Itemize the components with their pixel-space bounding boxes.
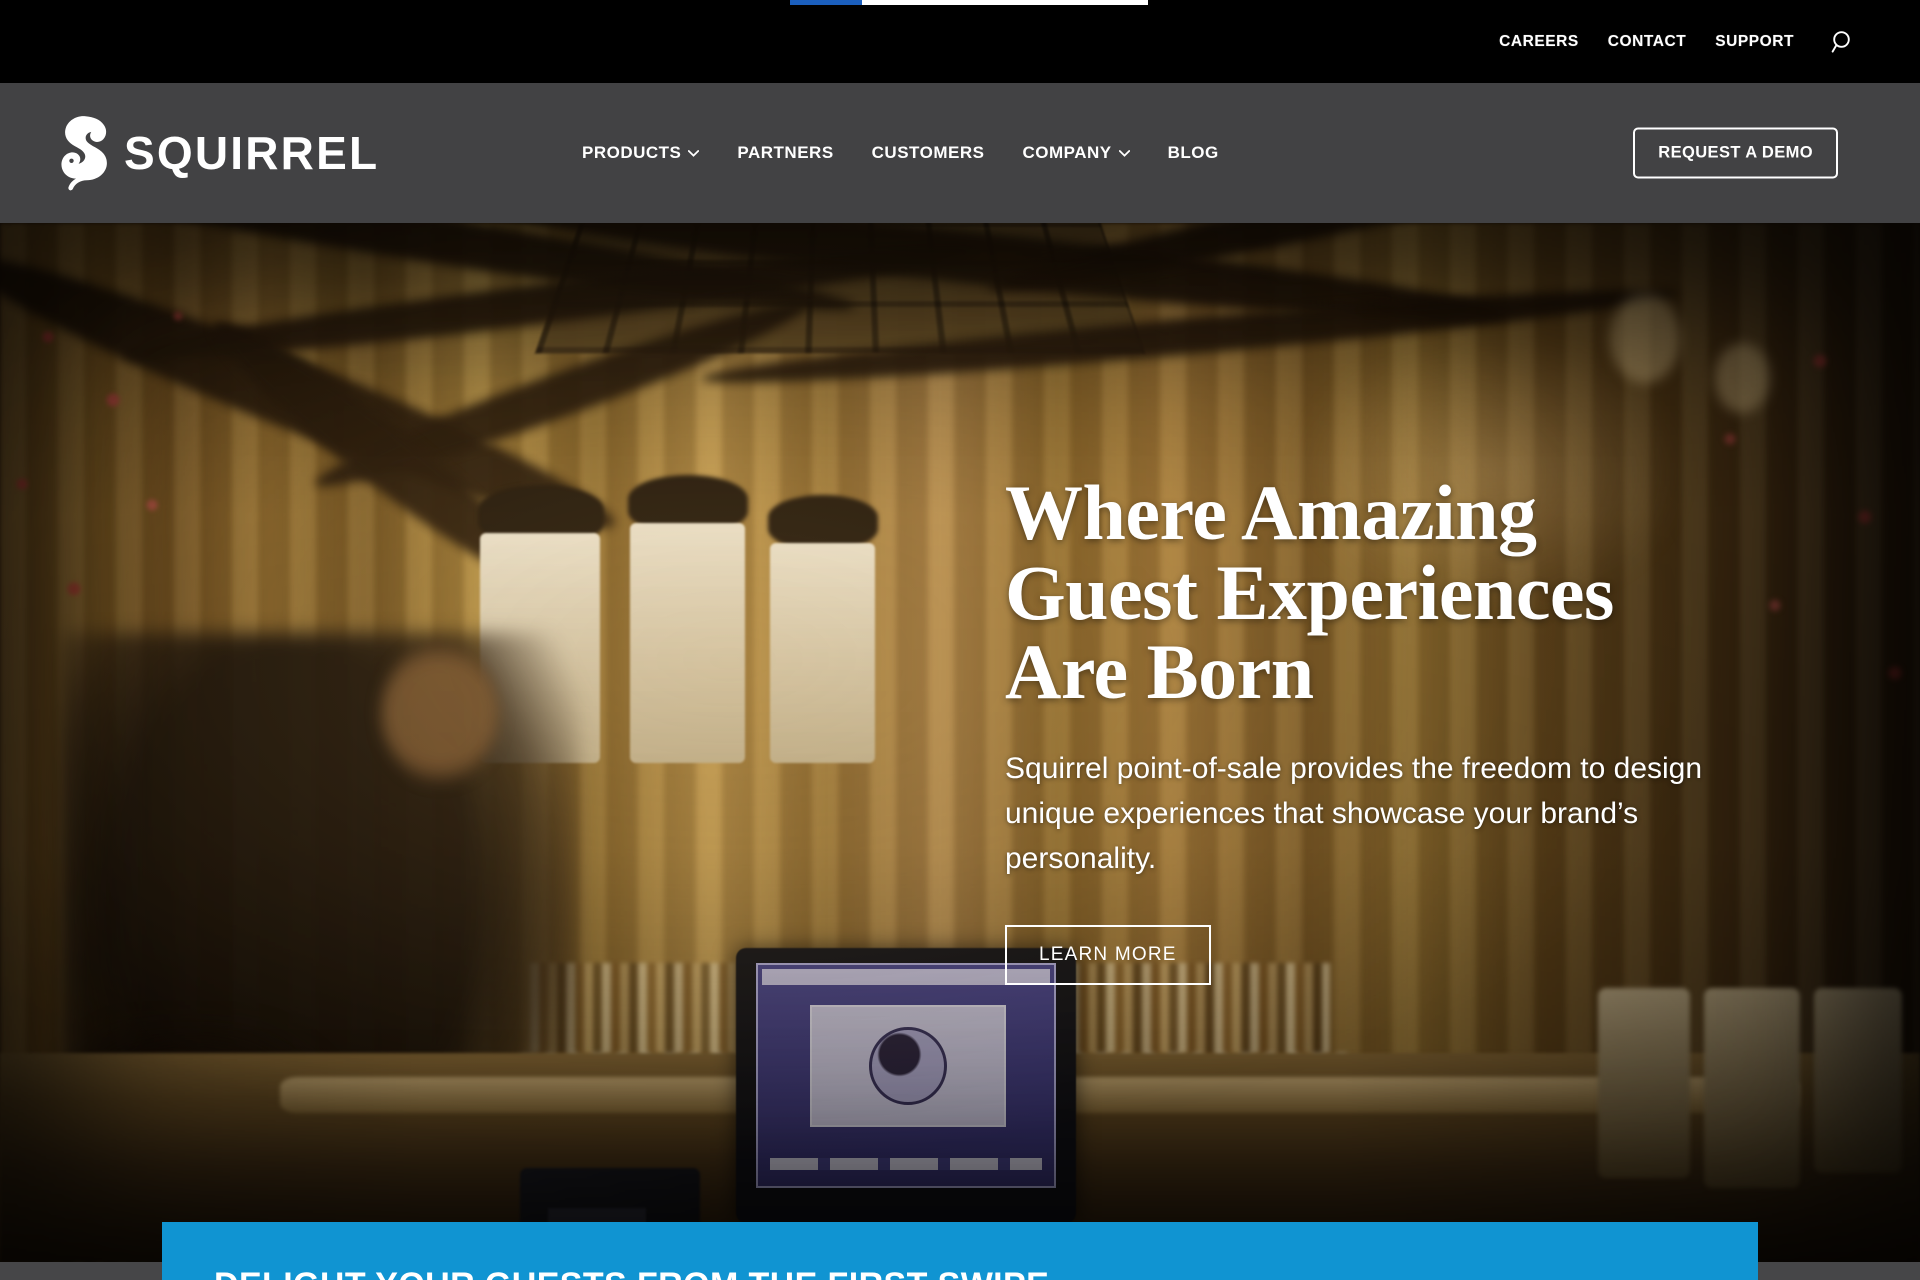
browser-loading-bar (790, 0, 1148, 5)
hero-title: Where Amazing Guest Experiences Are Born (1005, 473, 1725, 712)
logo[interactable]: SQUIRREL (55, 115, 379, 191)
nav-item-company[interactable]: COMPANY (1003, 143, 1148, 163)
utility-links: CAREERS CONTACT SUPPORT (1499, 0, 1858, 83)
nav-item-customers[interactable]: CUSTOMERS (853, 143, 1004, 163)
chevron-down-icon (1118, 149, 1130, 157)
chevron-down-icon (688, 149, 700, 157)
nav-label-company: COMPANY (1022, 143, 1112, 162)
hero-subtitle: Squirrel point-of-sale provides the free… (1005, 751, 1703, 875)
request-demo-label: REQUEST A DEMO (1658, 143, 1813, 162)
nav-label-products: PRODUCTS (582, 143, 682, 162)
nav-item-blog[interactable]: BLOG (1149, 143, 1238, 163)
hero-title-line-2: Guest Experiences (1005, 548, 1614, 636)
utility-link-careers[interactable]: CAREERS (1499, 33, 1579, 51)
main-navigation: PRODUCTS PARTNERS CUSTOMERS COMPANY BLOG (563, 143, 1238, 163)
nav-item-products[interactable]: PRODUCTS (563, 143, 718, 163)
learn-more-button[interactable]: LEARN MORE (1005, 924, 1211, 985)
utility-link-contact[interactable]: CONTACT (1608, 33, 1686, 51)
hero-title-line-1: Where Amazing (1005, 469, 1537, 556)
search-icon[interactable] (1828, 27, 1858, 57)
loading-bar-progress (790, 0, 862, 5)
nav-label-partners: PARTNERS (737, 143, 834, 162)
blue-promo-band: DELIGHT YOUR GUESTS FROM THE FIRST SWIPE (162, 1222, 1758, 1280)
site-header: SQUIRREL PRODUCTS PARTNERS CUSTOMERS COM… (0, 83, 1920, 223)
logo-text: SQUIRREL (124, 127, 380, 179)
hero-section: Where Amazing Guest Experiences Are Born… (0, 223, 1920, 1263)
nav-item-partners[interactable]: PARTNERS (718, 143, 852, 163)
page-root: CAREERS CONTACT SUPPORT SQUIRREL PRODUCT… (0, 0, 1920, 1280)
hero-title-line-3: Are Born (1005, 628, 1314, 716)
nav-label-blog: BLOG (1167, 143, 1219, 162)
utility-link-support[interactable]: SUPPORT (1715, 33, 1794, 51)
nav-label-customers: CUSTOMERS (871, 143, 985, 162)
utility-bar: CAREERS CONTACT SUPPORT (0, 0, 1920, 83)
learn-more-label: LEARN MORE (1039, 943, 1177, 965)
request-demo-button[interactable]: REQUEST A DEMO (1633, 127, 1838, 179)
blue-band-heading: DELIGHT YOUR GUESTS FROM THE FIRST SWIPE (214, 1266, 1049, 1280)
squirrel-logo-icon (61, 116, 107, 191)
loading-bar-track (862, 0, 1148, 5)
hero-content: Where Amazing Guest Experiences Are Born… (1005, 473, 1725, 985)
